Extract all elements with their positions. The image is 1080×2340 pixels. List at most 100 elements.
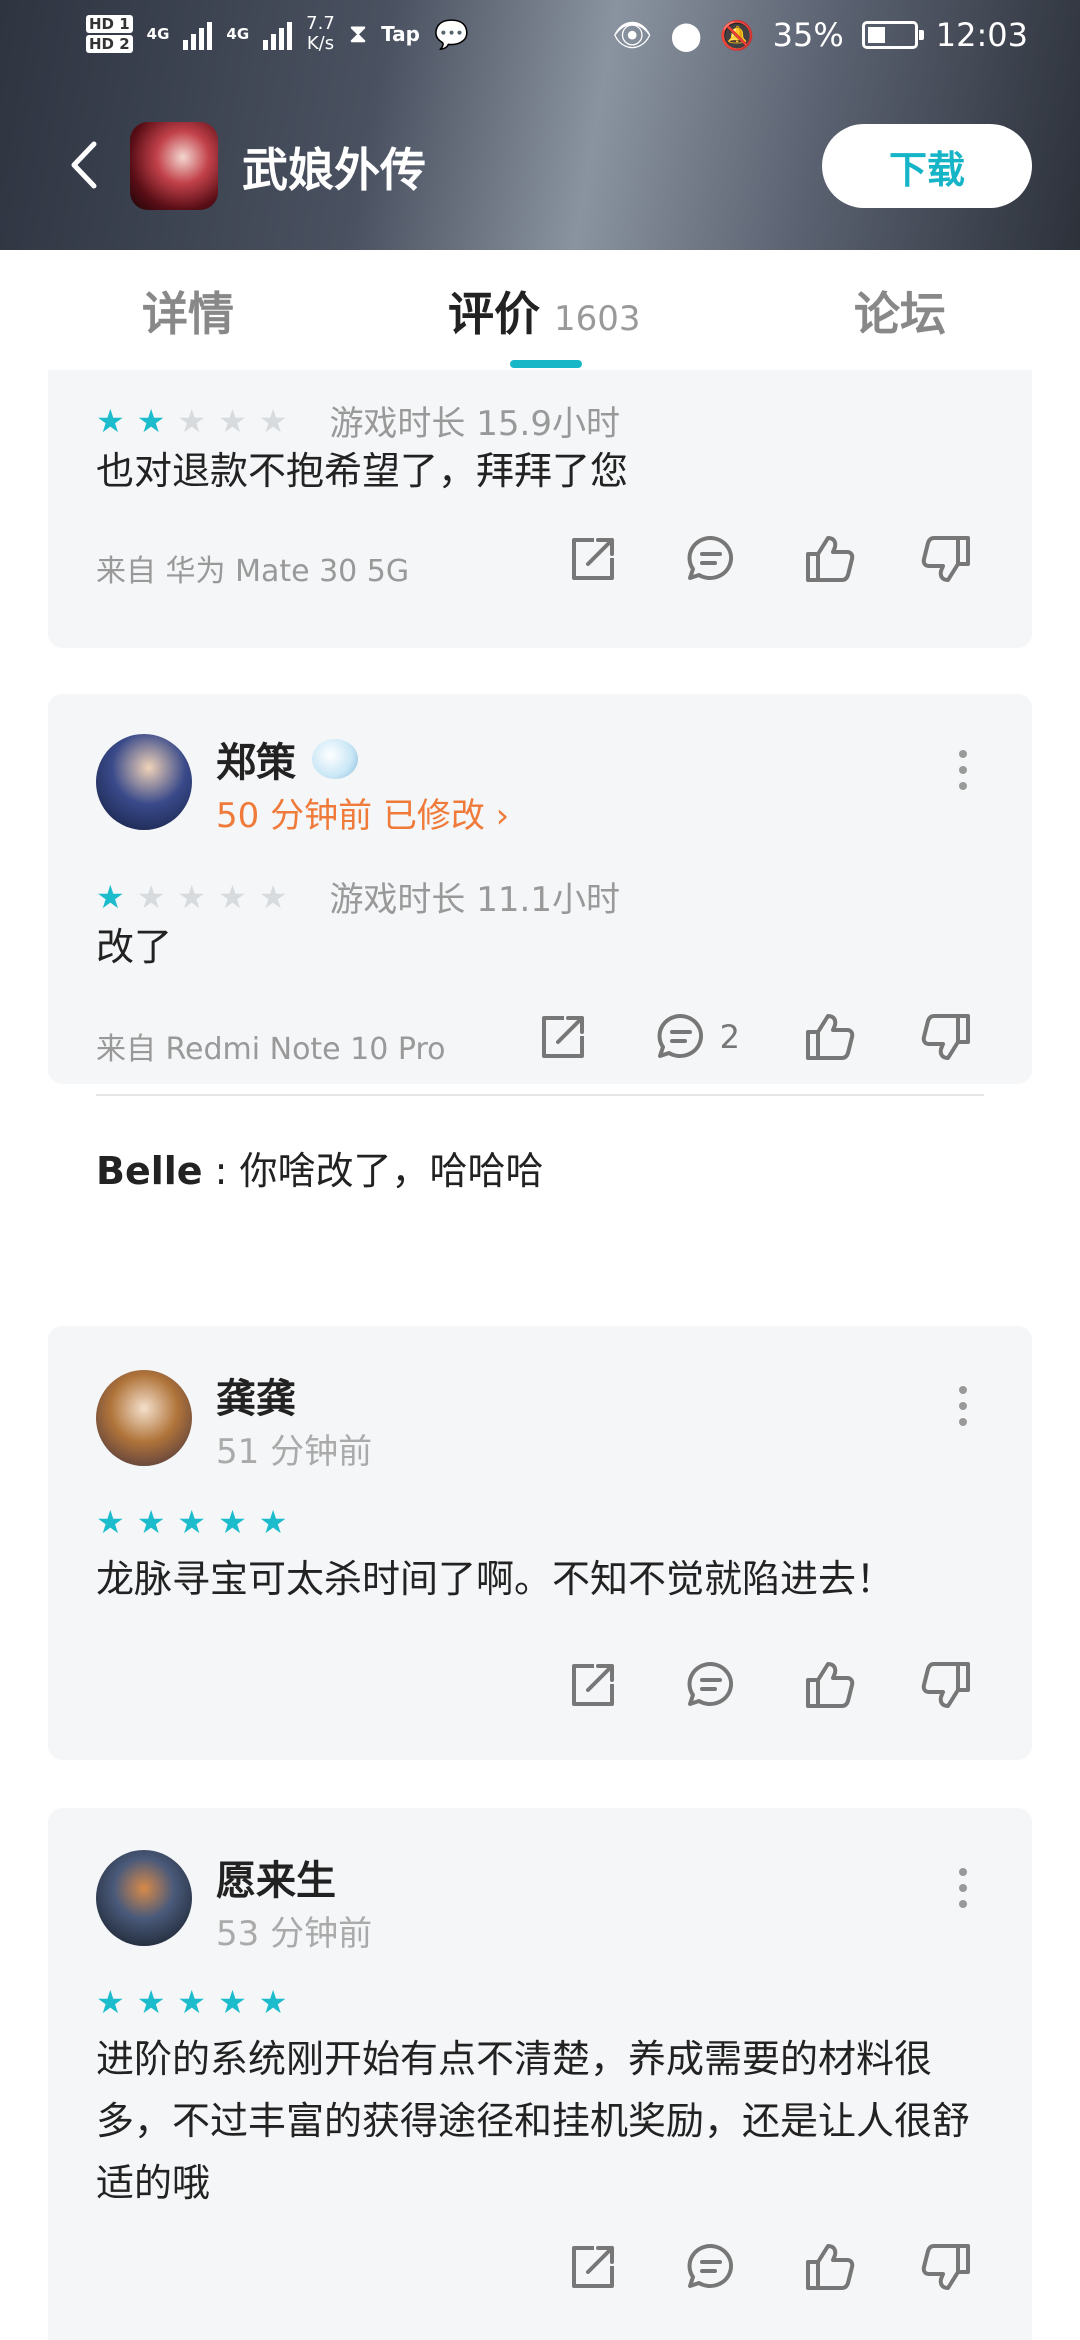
app-icon[interactable]: [130, 122, 218, 210]
dislike-button[interactable]: [918, 1656, 976, 1714]
divider: [96, 1094, 984, 1096]
network-type-2: 4G: [226, 25, 250, 43]
playtime-label: 游戏时长 15.9小时: [329, 404, 620, 444]
avatar[interactable]: [96, 1850, 192, 1946]
back-arrow-icon[interactable]: [60, 138, 114, 192]
comment-icon: [687, 535, 734, 580]
reply-user[interactable]: Belle: [96, 1149, 203, 1193]
review-time[interactable]: 50 分钟前 已修改 ›: [216, 788, 509, 837]
download-button[interactable]: 下载: [822, 124, 1032, 208]
star-filled-icon: ★: [218, 1503, 247, 1541]
star-empty-icon: ★: [218, 401, 247, 440]
more-options-icon[interactable]: [958, 1868, 968, 1908]
more-options-icon[interactable]: [958, 750, 968, 790]
signal-icon-2: [263, 18, 293, 50]
review-actions: [564, 530, 976, 588]
star-filled-icon: ★: [96, 401, 125, 440]
battery-icon: [861, 21, 924, 49]
dislike-button[interactable]: [918, 2238, 976, 2296]
star-filled-icon: ★: [136, 401, 166, 440]
like-button[interactable]: [800, 1008, 858, 1066]
rating-stars: ★ ★ ★ ★ ★: [96, 1986, 287, 2018]
like-button[interactable]: [800, 2238, 858, 2296]
share-button[interactable]: [564, 530, 622, 588]
star-filled-icon: ★: [96, 877, 125, 916]
review-text: 龙脉寻宝可太杀时间了啊。不知不觉就陷进去！: [96, 1557, 895, 1601]
comment-icon: [687, 2243, 734, 2288]
rating-stars: ★ ★ ★ ★ ★ 游戏时长 11.1小时: [96, 872, 620, 921]
star-filled-icon: ★: [258, 1503, 288, 1541]
speed-unit: K/s: [306, 33, 335, 54]
tab-forum-label: 论坛: [854, 287, 946, 341]
star-filled-icon: ★: [136, 1503, 166, 1541]
playtime-label: 游戏时长 11.1小时: [329, 880, 620, 920]
tab-reviews[interactable]: 评价 1603: [448, 278, 641, 344]
share-button[interactable]: [564, 2238, 622, 2296]
badge-icon: [312, 739, 358, 779]
username[interactable]: 愿来生: [216, 1848, 336, 1906]
review-list[interactable]: ★ ★ ★ ★ ★ 游戏时长 15.9小时 也对退款不抱希望了，拜拜了您 来自 华为 M…: [0, 370, 1080, 2340]
dislike-button[interactable]: [918, 1008, 976, 1066]
avatar[interactable]: [96, 734, 192, 830]
location-icon: ⬤: [670, 18, 702, 52]
rating-stars: ★ ★ ★ ★ ★ 游戏时长 15.9小时: [96, 396, 620, 445]
comment-button[interactable]: 2: [652, 1008, 740, 1066]
star-empty-icon: ★: [258, 877, 288, 916]
thumbs-up-icon: [806, 1662, 855, 1708]
share-icon: [572, 2246, 614, 2288]
review-card: 龚龚 51 分钟前 ★ ★ ★ ★ ★ 龙脉寻宝可太杀时间了啊。不知不觉就陷进去！: [48, 1326, 1032, 1760]
share-icon: [541, 1016, 584, 1058]
comment-button[interactable]: [682, 2238, 740, 2296]
star-empty-icon: ★: [218, 877, 247, 916]
comment-button[interactable]: [682, 1656, 740, 1714]
star-filled-icon: ★: [136, 1983, 166, 2021]
thumbs-down-icon: [921, 1662, 970, 1708]
hd1-label: HD 1: [86, 15, 133, 33]
username[interactable]: 龚龚: [216, 1366, 296, 1424]
thumbs-down-icon: [921, 536, 970, 582]
thumbs-down-icon: [921, 2244, 970, 2290]
star-empty-icon: ★: [136, 877, 166, 916]
app-title: 武娘外传: [242, 143, 426, 197]
star-filled-icon: ★: [177, 1503, 207, 1541]
review-card: ★ ★ ★ ★ ★ 游戏时长 15.9小时 也对退款不抱希望了，拜拜了您 来自 华为 M…: [48, 370, 1032, 648]
device-label: 来自 Redmi Note 10 Pro: [96, 1032, 446, 1067]
star-filled-icon: ★: [96, 1983, 125, 2021]
comment-count: 2: [719, 1018, 740, 1056]
tab-details[interactable]: 详情: [142, 278, 234, 344]
thumbs-up-icon: [806, 2244, 855, 2290]
tab-reviews-label: 评价: [448, 287, 540, 341]
like-button[interactable]: [800, 530, 858, 588]
eye-icon: 👁: [611, 16, 653, 54]
clock: 12:03: [935, 16, 1028, 54]
review-text: 改了: [96, 925, 173, 969]
avatar[interactable]: [96, 1370, 192, 1466]
username[interactable]: 郑策: [216, 730, 358, 788]
comment-button[interactable]: [682, 530, 740, 588]
username-text: 龚龚: [216, 1376, 296, 1422]
signal-icon: [183, 18, 213, 50]
reply-text: : 你啥改了，哈哈哈: [202, 1149, 544, 1193]
share-icon: [572, 538, 614, 580]
star-filled-icon: ★: [258, 1983, 288, 2021]
thumbs-down-icon: [921, 1014, 970, 1060]
hd2-label: HD 2: [86, 35, 133, 53]
star-empty-icon: ★: [177, 877, 207, 916]
share-button[interactable]: [564, 1656, 622, 1714]
device-label: 来自 华为 Mate 30 5G: [96, 554, 410, 589]
tab-forum[interactable]: 论坛: [854, 278, 946, 344]
battery-percent: 35%: [772, 16, 844, 54]
thumbs-up-icon: [806, 536, 855, 582]
hd-indicator: HD 1 HD 2: [86, 15, 133, 53]
chat-bubble-icon: 💬: [433, 17, 469, 51]
dislike-button[interactable]: [918, 530, 976, 588]
tab-details-label: 详情: [142, 287, 234, 341]
reply-comment[interactable]: Belle : 你啥改了，哈哈哈: [96, 1140, 544, 1195]
nav-bar: 武娘外传 下载: [0, 120, 1080, 210]
share-button[interactable]: [534, 1008, 592, 1066]
app-header: HD 1 HD 2 4G 4G 7.7 K/s ⧗ Tap 💬 👁 ⬤ 🔕 35…: [0, 0, 1080, 250]
like-button[interactable]: [800, 1656, 858, 1714]
username-text: 郑策: [216, 740, 296, 786]
review-time: 51 分钟前: [216, 1432, 373, 1472]
more-options-icon[interactable]: [958, 1386, 968, 1426]
